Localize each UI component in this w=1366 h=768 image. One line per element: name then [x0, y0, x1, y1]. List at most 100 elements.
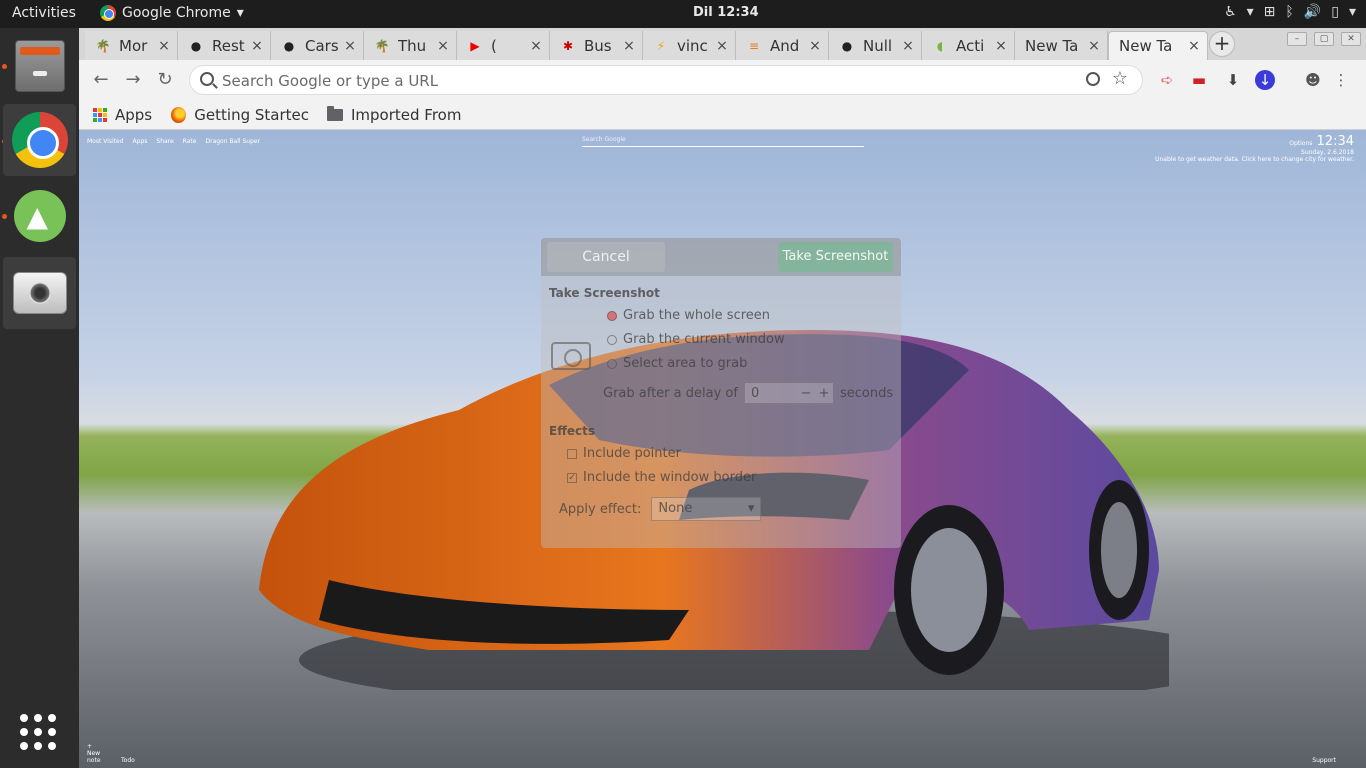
close-tab-icon[interactable]: × [622, 38, 636, 54]
firefox-icon [171, 107, 187, 123]
show-applications-icon[interactable] [20, 714, 56, 750]
minus-icon[interactable]: − [797, 386, 815, 401]
close-tab-icon[interactable]: × [715, 38, 729, 54]
tab[interactable]: ● Cars × [271, 31, 364, 60]
option-current-window[interactable]: Grab the current window [607, 332, 785, 347]
option-include-border[interactable]: ✓ Include the window border [567, 470, 756, 485]
bolt-icon: ⚡ [656, 38, 666, 53]
tab[interactable]: 🌴 Mor × [85, 31, 178, 60]
reload-button[interactable]: ↻ [153, 68, 177, 92]
close-window-button[interactable]: ✕ [1341, 32, 1361, 46]
screenshot-launcher[interactable] [3, 257, 76, 329]
system-clock[interactable]: Dil 12:34 [693, 5, 759, 20]
todo-link[interactable]: Todo [121, 757, 135, 764]
app-menu[interactable]: Google Chrome ▾ [100, 5, 244, 21]
new-note-link[interactable]: + New note [87, 743, 107, 764]
close-tab-icon[interactable]: × [436, 38, 450, 54]
close-tab-icon[interactable]: × [994, 38, 1008, 54]
gnome-top-bar: Activities Google Chrome ▾ Dil 12:34 ♿ ▾… [0, 0, 1366, 28]
checkbox-checked-icon[interactable]: ✓ [567, 472, 577, 483]
newtab-link[interactable]: Rate [183, 138, 197, 145]
tab-label: ( [491, 36, 497, 55]
extension-car-icon[interactable]: ▬ [1189, 70, 1209, 90]
bluetooth-icon[interactable]: ᛒ [1285, 4, 1293, 20]
tab[interactable]: ▶ (× [457, 31, 550, 60]
newtab-date: Sunday, 2.6.2018 [1301, 149, 1354, 156]
system-tray[interactable]: ♿ ▾ ⊞ ᛒ 🔊 ▯ ▾ [1224, 4, 1356, 20]
maximize-button[interactable]: ▢ [1314, 32, 1334, 46]
accessibility-icon[interactable]: ♿ [1224, 4, 1237, 20]
tab[interactable]: ◖ Acti × [922, 31, 1015, 60]
tab[interactable]: ⚡ vinc × [643, 31, 736, 60]
close-tab-icon[interactable]: × [808, 38, 822, 54]
bookmark-folder-imported[interactable]: Imported From [327, 104, 461, 126]
newtab-link[interactable]: Dragon Ball Super [205, 138, 260, 145]
options-link[interactable]: Options [1289, 140, 1312, 147]
close-tab-icon[interactable]: × [343, 38, 357, 54]
close-tab-icon[interactable]: × [1087, 38, 1101, 54]
back-button[interactable]: ← [89, 68, 113, 92]
close-tab-icon[interactable]: × [901, 38, 915, 54]
tab-label: vinc [677, 36, 708, 55]
radio-icon[interactable] [607, 358, 617, 369]
close-tab-icon[interactable]: × [529, 38, 543, 54]
tab[interactable]: ● Rest × [178, 31, 271, 60]
option-include-pointer[interactable]: Include pointer [567, 446, 681, 461]
search-icon [200, 72, 214, 86]
support-link[interactable]: Support [1312, 757, 1336, 764]
newtab-search-input[interactable]: Search Google [582, 136, 864, 147]
close-tab-icon[interactable]: × [250, 38, 264, 54]
radio-icon[interactable] [607, 334, 617, 345]
checkbox-icon[interactable] [567, 448, 577, 459]
tab-strip: 🌴 Mor × ● Rest × ● Cars × 🌴 Thu × ▶(× ✱ Bus × ⚡ vinc × ≡ And… [79, 28, 1366, 60]
option-label: Grab the current window [623, 332, 785, 347]
cancel-button[interactable]: Cancel [547, 242, 665, 272]
take-screenshot-button[interactable]: Take Screenshot [778, 242, 893, 272]
chevron-down-icon: ▾ [236, 5, 244, 21]
tab[interactable]: ● Null × [829, 31, 922, 60]
plus-icon[interactable]: + [815, 386, 833, 401]
newtab-link[interactable]: Most Visited [87, 138, 124, 145]
battery-icon[interactable]: ▯ [1331, 4, 1339, 20]
delay-spinner[interactable]: 0 − + [743, 382, 834, 404]
radio-selected-icon[interactable] [607, 310, 617, 321]
tab[interactable]: 🌴 Thu × [364, 31, 457, 60]
bookmark-getting-started[interactable]: Getting Startec [171, 104, 309, 126]
volume-icon[interactable]: 🔊 [1304, 4, 1321, 20]
tab[interactable]: ✱ Bus × [550, 31, 643, 60]
android-studio-launcher[interactable] [3, 180, 76, 252]
chrome-launcher[interactable] [3, 104, 76, 176]
files-launcher[interactable] [3, 30, 76, 102]
tab[interactable]: New Ta × [1015, 31, 1108, 60]
screenshot-dialog: Cancel Take Screenshot Take Screenshot G… [541, 238, 901, 548]
profile-avatar[interactable]: ☻ [1303, 70, 1323, 90]
effect-select[interactable]: None ▾ [651, 497, 762, 521]
newtab-link[interactable]: Share [156, 138, 173, 145]
activities-button[interactable]: Activities [12, 5, 76, 21]
extension-download-icon[interactable]: ↓ [1255, 70, 1275, 90]
option-whole-screen[interactable]: Grab the whole screen [607, 308, 770, 323]
bookmark-star-icon[interactable]: ☆ [1112, 68, 1128, 89]
delay-value[interactable]: 0 [745, 386, 797, 401]
newtab-link[interactable]: Apps [133, 138, 148, 145]
close-tab-icon[interactable]: × [157, 38, 171, 54]
zoom-icon[interactable] [1086, 72, 1100, 86]
menu-kebab-icon[interactable]: ⋮ [1331, 70, 1351, 90]
tab-label: And [770, 36, 800, 55]
download-icon[interactable]: ⬇ [1223, 70, 1243, 90]
newtab-top-links: Most Visited Apps Share Rate Dragon Ball Sup… [87, 138, 260, 145]
new-tab-button[interactable]: + [1209, 31, 1235, 57]
minimize-button[interactable]: – [1287, 32, 1307, 46]
extension-cast-icon[interactable]: ➪ [1157, 70, 1177, 90]
tab-active[interactable]: New Ta × [1108, 31, 1208, 60]
delay-label: Grab after a delay of [603, 385, 738, 401]
stackoverflow-icon: ≡ [748, 38, 760, 53]
tab[interactable]: ≡ And × [736, 31, 829, 60]
close-tab-icon[interactable]: × [1187, 38, 1201, 54]
forward-button[interactable]: → [121, 68, 145, 92]
option-select-area[interactable]: Select area to grab [607, 356, 747, 371]
bookmark-apps[interactable]: Apps [93, 104, 152, 126]
network-icon[interactable]: ⊞ [1264, 4, 1276, 20]
weather-message[interactable]: Unable to get weather data. Click here t… [1155, 156, 1354, 163]
address-bar[interactable]: Search Google or type a URL ☆ [189, 65, 1143, 95]
